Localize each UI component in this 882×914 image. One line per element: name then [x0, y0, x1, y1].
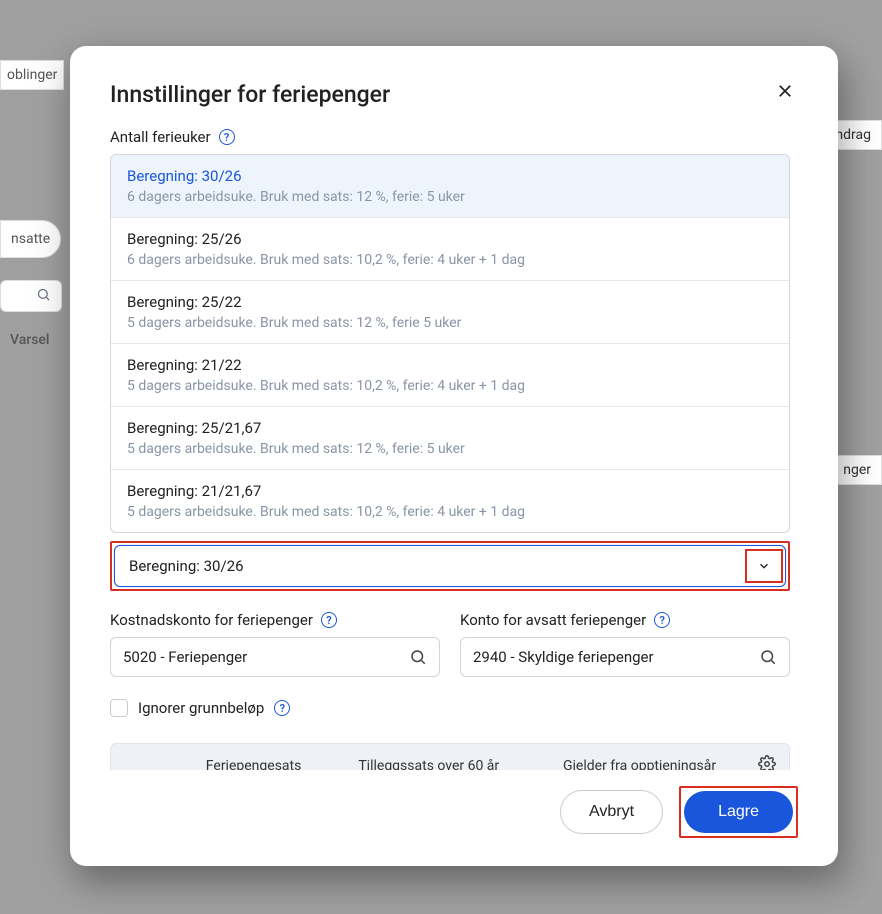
- option-title: Beregning: 25/26: [127, 230, 773, 248]
- ignore-base-label: Ignorer grunnbeløp: [138, 699, 264, 717]
- cost-account-label: Kostnadskonto for feriepenger: [110, 611, 313, 629]
- option-desc: 5 dagers arbeidsuke. Bruk med sats: 12 %…: [127, 441, 773, 457]
- cost-account-input[interactable]: 5020 - Feriepenger: [110, 637, 440, 677]
- option-title: Beregning: 25/21,67: [127, 419, 773, 437]
- table-col-extra60: Tilleggssats over 60 år: [323, 744, 534, 770]
- settings-modal: Innstillinger for feriepenger Antall fer…: [70, 46, 838, 866]
- bg-fragment: nsatte: [0, 220, 61, 258]
- weeks-dropdown-list: Beregning: 30/26 6 dagers arbeidsuke. Bru…: [110, 154, 790, 533]
- weeks-option[interactable]: Beregning: 21/21,67 5 dagers arbeidsuke. …: [111, 470, 789, 532]
- option-desc: 5 dagers arbeidsuke. Bruk med sats: 10,2…: [127, 378, 773, 394]
- weeks-select[interactable]: Beregning: 30/26: [114, 545, 786, 587]
- help-icon[interactable]: ?: [219, 129, 235, 145]
- option-title: Beregning: 25/22: [127, 293, 773, 311]
- bg-search: [0, 280, 62, 312]
- rates-table-header: Feriepengesats Tilleggssats over 60 år G…: [110, 743, 790, 770]
- reserved-account-label: Konto for avsatt feriepenger: [460, 611, 646, 629]
- weeks-option[interactable]: Beregning: 30/26 6 dagers arbeidsuke. Bru…: [111, 155, 789, 218]
- option-desc: 5 dagers arbeidsuke. Bruk med sats: 12 %…: [127, 315, 773, 331]
- weeks-option[interactable]: Beregning: 21/22 5 dagers arbeidsuke. Bru…: [111, 344, 789, 407]
- bg-fragment: Varsel: [0, 326, 60, 354]
- chevron-down-icon[interactable]: [745, 549, 783, 583]
- option-desc: 6 dagers arbeidsuke. Bruk med sats: 10,2…: [127, 252, 773, 268]
- table-col-fromyear: Gjelder fra opptjeningsår: [534, 744, 745, 770]
- reserved-account-input[interactable]: 2940 - Skyldige feriepenger: [460, 637, 790, 677]
- modal-title: Innstillinger for feriepenger: [110, 81, 390, 108]
- help-icon[interactable]: ?: [321, 612, 337, 628]
- close-icon: [776, 83, 794, 105]
- weeks-label: Antall ferieuker: [110, 128, 211, 146]
- save-button[interactable]: Lagre: [684, 791, 793, 833]
- cancel-button[interactable]: Avbryt: [560, 790, 663, 834]
- option-title: Beregning: 21/22: [127, 356, 773, 374]
- table-col-rate: Feriepengesats: [111, 744, 323, 770]
- option-title: Beregning: 21/21,67: [127, 482, 773, 500]
- weeks-option[interactable]: Beregning: 25/26 6 dagers arbeidsuke. Bru…: [111, 218, 789, 281]
- help-icon[interactable]: ?: [274, 700, 290, 716]
- ignore-base-checkbox[interactable]: [110, 699, 128, 717]
- bg-fragment: oblinger: [0, 60, 64, 90]
- table-settings-button[interactable]: [745, 755, 789, 770]
- help-icon[interactable]: ?: [654, 612, 670, 628]
- reserved-account-value: 2940 - Skyldige feriepenger: [473, 648, 654, 666]
- weeks-option[interactable]: Beregning: 25/21,67 5 dagers arbeidsuke. …: [111, 407, 789, 470]
- gear-icon: [758, 755, 776, 770]
- weeks-select-value: Beregning: 30/26: [129, 557, 244, 575]
- option-title: Beregning: 30/26: [127, 167, 773, 185]
- cost-account-value: 5020 - Feriepenger: [123, 648, 247, 666]
- option-desc: 6 dagers arbeidsuke. Bruk med sats: 12 %…: [127, 189, 773, 205]
- search-icon: [36, 287, 51, 306]
- search-icon: [409, 648, 427, 666]
- close-button[interactable]: [772, 78, 798, 110]
- bg-fragment: nger: [832, 455, 882, 485]
- option-desc: 5 dagers arbeidsuke. Bruk med sats: 10,2…: [127, 504, 773, 520]
- weeks-option[interactable]: Beregning: 25/22 5 dagers arbeidsuke. Bru…: [111, 281, 789, 344]
- search-icon: [759, 648, 777, 666]
